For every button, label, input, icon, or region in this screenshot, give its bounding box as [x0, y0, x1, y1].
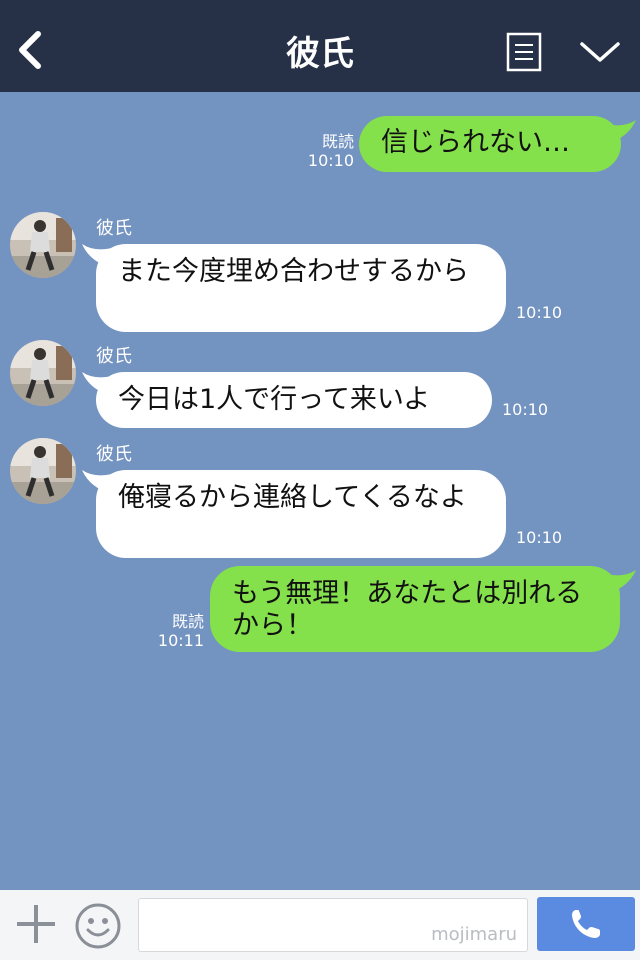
message-meta: 既読 10:10: [290, 132, 354, 170]
message-bubble-received[interactable]: 俺寝るから連絡してくるなよ: [96, 470, 506, 558]
avatar[interactable]: [10, 212, 76, 278]
add-attachment-button[interactable]: [14, 902, 58, 946]
message-bubble-received[interactable]: また今度埋め合わせするから: [96, 244, 506, 332]
sender-name: 彼氏: [96, 346, 132, 367]
message-input[interactable]: mojimaru: [138, 898, 528, 952]
avatar-photo-icon: [10, 438, 76, 504]
avatar-photo-icon: [10, 340, 76, 406]
message-time: 10:10: [307, 151, 354, 170]
message-bubble-received[interactable]: 今日は1人で行って来いよ: [96, 372, 492, 428]
watermark-text: mojimaru: [431, 924, 517, 945]
avatar-photo-icon: [10, 212, 76, 278]
message-text: 今日は1人で行って来いよ: [118, 384, 431, 415]
call-button[interactable]: [537, 897, 635, 951]
message-input-bar: mojimaru: [0, 890, 640, 960]
chat-title: 彼氏: [286, 34, 354, 74]
message-time: 10:10: [516, 303, 563, 322]
message-time: 10:10: [516, 528, 563, 547]
phone-icon: [572, 910, 600, 938]
message-text: もう無理！あなたとは別れるから！: [232, 578, 583, 641]
message-bubble-sent[interactable]: 信じられない…: [359, 116, 621, 172]
emoji-icon: [75, 903, 121, 949]
message-meta: 既読 10:11: [140, 612, 204, 650]
avatar[interactable]: [10, 340, 76, 406]
sender-name: 彼氏: [96, 218, 132, 239]
sender-name: 彼氏: [96, 444, 132, 465]
message-text: 俺寝るから連絡してくるなよ: [118, 482, 467, 513]
notes-list-icon: [506, 32, 542, 72]
chat-area[interactable]: 既読 10:10 信じられない… 彼氏 また今度埋め合わせするから 10:10: [0, 92, 640, 890]
plus-icon: [17, 905, 55, 943]
read-status: 既読: [321, 132, 354, 151]
chevron-down-icon: [580, 42, 620, 62]
notes-button[interactable]: [506, 32, 542, 72]
emoji-button[interactable]: [74, 902, 122, 950]
read-status: 既読: [171, 612, 204, 631]
message-text: また今度埋め合わせするから: [118, 256, 469, 287]
chat-header: 彼氏: [0, 0, 640, 92]
message-time: 10:11: [157, 631, 204, 650]
message-time: 10:10: [502, 400, 549, 419]
message-text: 信じられない…: [381, 127, 570, 158]
message-bubble-sent[interactable]: もう無理！あなたとは別れるから！: [210, 566, 620, 652]
avatar[interactable]: [10, 438, 76, 504]
menu-toggle-button[interactable]: [578, 36, 622, 66]
